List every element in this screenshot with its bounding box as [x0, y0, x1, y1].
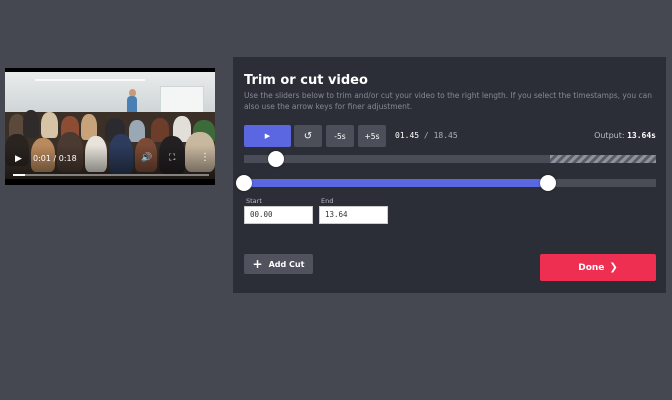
duration: 18.45: [433, 131, 458, 140]
trim-end-handle[interactable]: [540, 175, 556, 191]
chevron-right-icon: ❯: [609, 262, 618, 273]
video-progress-bar[interactable]: [13, 174, 209, 176]
video-player[interactable]: ▶ 0:01 / 0:18 🔊 ⛶ ⋮: [5, 68, 215, 185]
time-separator: /: [423, 131, 429, 140]
end-label: End: [321, 197, 334, 205]
add-cut-label: Add Cut: [268, 259, 305, 269]
start-input[interactable]: 00.00: [244, 206, 313, 224]
output-readout: Output: 13.64s: [594, 131, 656, 140]
playhead-handle[interactable]: [268, 151, 284, 167]
video-time: 0:01 / 0:18: [33, 154, 77, 163]
start-label: Start: [246, 197, 262, 205]
done-button[interactable]: Done ❯: [540, 254, 656, 281]
panel-description: Use the sliders below to trim and/or cut…: [244, 91, 653, 111]
output-value: 13.64s: [627, 131, 656, 140]
forward-5s-button[interactable]: +5s: [358, 125, 386, 147]
fullscreen-icon[interactable]: ⛶: [169, 153, 175, 163]
more-options-icon[interactable]: ⋮: [200, 153, 210, 163]
time-readout: 01.45 / 18.45: [395, 131, 458, 140]
controls-overlay: [5, 145, 215, 185]
play-button[interactable]: ▶: [244, 125, 291, 147]
reset-button[interactable]: ↺: [294, 125, 322, 147]
trim-start-handle[interactable]: [236, 175, 252, 191]
play-icon[interactable]: ▶: [15, 154, 22, 164]
trim-range-fill: [244, 179, 548, 187]
panel-title: Trim or cut video: [244, 73, 368, 88]
volume-icon[interactable]: 🔊: [141, 153, 152, 163]
playback-track[interactable]: [244, 155, 656, 163]
reset-icon: ↺: [303, 130, 313, 142]
current-time: 01.45: [395, 131, 420, 140]
add-cut-button[interactable]: + Add Cut: [244, 254, 313, 274]
output-label: Output:: [594, 131, 625, 140]
end-input[interactable]: 13.64: [319, 206, 388, 224]
play-icon: ▶: [264, 132, 271, 140]
trim-track[interactable]: [244, 179, 656, 187]
ceiling-light: [35, 79, 145, 81]
back-5s-button[interactable]: -5s: [326, 125, 354, 147]
trim-panel: Trim or cut video Use the sliders below …: [233, 57, 666, 293]
cut-region: [550, 155, 656, 163]
video-progress-fill: [13, 174, 25, 176]
done-label: Done: [578, 262, 605, 273]
plus-icon: +: [252, 257, 263, 271]
